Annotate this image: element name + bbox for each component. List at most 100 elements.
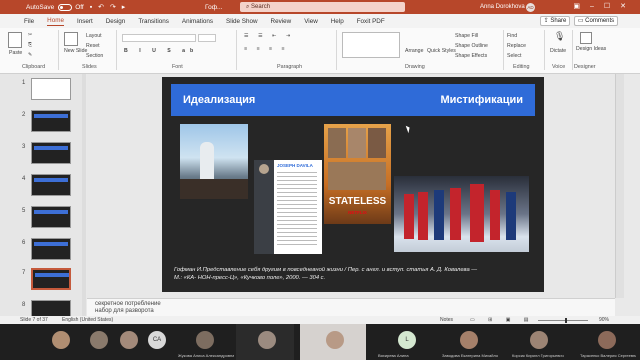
- divider: [58, 30, 59, 70]
- font-size-field[interactable]: [198, 34, 216, 42]
- participant-tile[interactable]: Заводова Екатерина Михайловна: [440, 324, 498, 360]
- tab-view[interactable]: View: [304, 18, 318, 25]
- tab-foxit-pdf[interactable]: Foxit PDF: [357, 18, 385, 25]
- quick-styles-button[interactable]: Quick Styles: [427, 48, 456, 54]
- group-designer: Designer: [574, 64, 596, 70]
- yacht-photo[interactable]: [180, 124, 248, 199]
- slide-number: 1: [22, 80, 26, 86]
- search-label: Search: [251, 4, 271, 10]
- tab-review[interactable]: Review: [271, 18, 292, 25]
- font-format-icons[interactable]: B I U S ab: [124, 48, 198, 54]
- slide-number: 4: [22, 176, 26, 182]
- participant-tile[interactable]: Корсик Кирилл Григорьевич: [510, 324, 568, 360]
- poster-title: STATELESS: [328, 196, 387, 207]
- stateless-poster[interactable]: STATELESS NETFLIX: [324, 124, 391, 224]
- divider: [503, 30, 504, 70]
- slide-title-right[interactable]: Мистификации: [441, 94, 524, 106]
- find-button[interactable]: Find: [507, 33, 517, 39]
- copy-icon[interactable]: ⎘: [28, 42, 32, 49]
- participant-tile[interactable]: Жукова Алиса Александровна: [176, 324, 234, 360]
- slide-thumbnail[interactable]: 1: [0, 78, 86, 106]
- participant-video-active[interactable]: [300, 324, 366, 360]
- shapes-gallery[interactable]: [342, 32, 400, 58]
- list-icons[interactable]: ☰ ☰ ⇤ ⇥: [244, 33, 294, 39]
- hockey-team-photo[interactable]: [394, 176, 529, 252]
- share-button[interactable]: ⇪ Share: [540, 16, 570, 26]
- reset-button[interactable]: Reset: [86, 43, 100, 49]
- slide-thumbnail[interactable]: 4: [0, 174, 86, 202]
- paste-icon[interactable]: [8, 32, 22, 48]
- notes-line: секретное потребление: [95, 301, 161, 307]
- tab-home[interactable]: Home: [47, 17, 64, 26]
- paste-label: Paste: [9, 50, 23, 56]
- zoom-level[interactable]: 90%: [599, 317, 609, 323]
- participant-video[interactable]: [236, 324, 294, 360]
- tab-slide-show[interactable]: Slide Show: [226, 18, 258, 25]
- view-icons[interactable]: ▭ ⊞ ▣ ▤: [470, 317, 535, 323]
- avatar: [120, 331, 138, 349]
- participant-tile[interactable]: L Вяхирева Алина: [376, 324, 434, 360]
- microphone-icon[interactable]: 🎙: [554, 31, 565, 42]
- new-slide-label[interactable]: New Slide: [64, 48, 87, 54]
- user-name[interactable]: Anna Dorokhova: [480, 4, 525, 10]
- participant-name: Заводова Екатерина Михайловна: [442, 353, 498, 358]
- avatar: [530, 331, 548, 349]
- title-bar: AutoSave Off ▪ ↶ ↷ ▸ Гоф... ⌕ Search Ann…: [0, 0, 640, 14]
- slide-thumbnail-selected[interactable]: 7: [0, 268, 86, 296]
- align-icons[interactable]: ≡ ≡ ≡ ≡: [244, 46, 288, 52]
- group-slides: Slides: [82, 64, 97, 70]
- section-button[interactable]: Section: [86, 53, 103, 59]
- format-painter-icon[interactable]: ✎: [28, 52, 32, 58]
- editor-scrollbar[interactable]: [615, 74, 624, 298]
- slide-thumbnail[interactable]: 3: [0, 142, 86, 170]
- zoom-slider[interactable]: [538, 320, 588, 321]
- shape-effects-button[interactable]: Shape Effects: [455, 53, 487, 59]
- tab-insert[interactable]: Insert: [77, 18, 93, 25]
- slide-citation[interactable]: Гофман И.Представление себя другим в пов…: [174, 266, 484, 282]
- tab-design[interactable]: Design: [106, 18, 126, 25]
- tab-file[interactable]: File: [24, 18, 34, 25]
- notes-button[interactable]: Notes: [440, 317, 453, 323]
- autosave-toggle[interactable]: [58, 3, 73, 11]
- cut-icon[interactable]: ✂: [28, 32, 32, 38]
- quick-access-icons[interactable]: ▪ ↶ ↷ ▸: [90, 3, 128, 11]
- arrange-button[interactable]: Arrange: [405, 48, 423, 54]
- language-indicator[interactable]: English (United States): [62, 317, 113, 323]
- document-title: Гоф...: [205, 3, 223, 11]
- slide-number: 2: [22, 112, 26, 118]
- group-drawing: Drawing: [405, 64, 425, 70]
- participant-tile[interactable]: Тарасенко Валерия Сергеевна: [578, 324, 636, 360]
- dictate-button[interactable]: Dictate: [550, 48, 566, 54]
- layout-button[interactable]: Layout: [86, 33, 102, 39]
- slide-number: 6: [22, 240, 26, 246]
- slide-thumbnail[interactable]: 2: [0, 110, 86, 138]
- slide-number: 3: [22, 144, 26, 150]
- divider: [544, 30, 545, 70]
- notes-pane[interactable]: секретное потребление набор для разворот…: [87, 298, 615, 316]
- slide-thumbnail[interactable]: 5: [0, 206, 86, 234]
- tab-help[interactable]: Help: [331, 18, 344, 25]
- shape-outline-button[interactable]: Shape Outline: [455, 43, 488, 49]
- select-button[interactable]: Select: [507, 53, 521, 59]
- design-ideas-button[interactable]: Design Ideas: [576, 46, 606, 52]
- window-controls[interactable]: ▣–☐✕: [573, 2, 636, 10]
- meeting-participants-strip: CA Жукова Алиса Александровна L Вяхирева …: [0, 324, 640, 360]
- shape-fill-button[interactable]: Shape Fill: [455, 33, 478, 39]
- zoom-slider-knob[interactable]: [565, 318, 567, 323]
- tab-transitions[interactable]: Transitions: [138, 18, 169, 25]
- tab-animations[interactable]: Animations: [182, 18, 213, 25]
- font-name-field[interactable]: [122, 34, 196, 42]
- design-ideas-icon[interactable]: [580, 32, 592, 44]
- replace-button[interactable]: Replace: [507, 43, 526, 49]
- slide-thumbnail[interactable]: 6: [0, 238, 86, 266]
- thumbnail-scrollbar[interactable]: [82, 74, 86, 316]
- user-avatar[interactable]: AD: [526, 3, 535, 12]
- avatar: [598, 331, 616, 349]
- comments-button[interactable]: ▭ Comments: [574, 16, 618, 26]
- new-slide-icon[interactable]: [64, 32, 78, 46]
- participant-name: Вяхирева Алина: [378, 353, 409, 358]
- autosave-state: Off: [75, 3, 84, 11]
- resume-document[interactable]: JOSEPH DAVILA: [254, 160, 322, 254]
- slide-title-left[interactable]: Идеализация: [183, 94, 255, 106]
- search-box[interactable]: ⌕ Search: [240, 2, 405, 12]
